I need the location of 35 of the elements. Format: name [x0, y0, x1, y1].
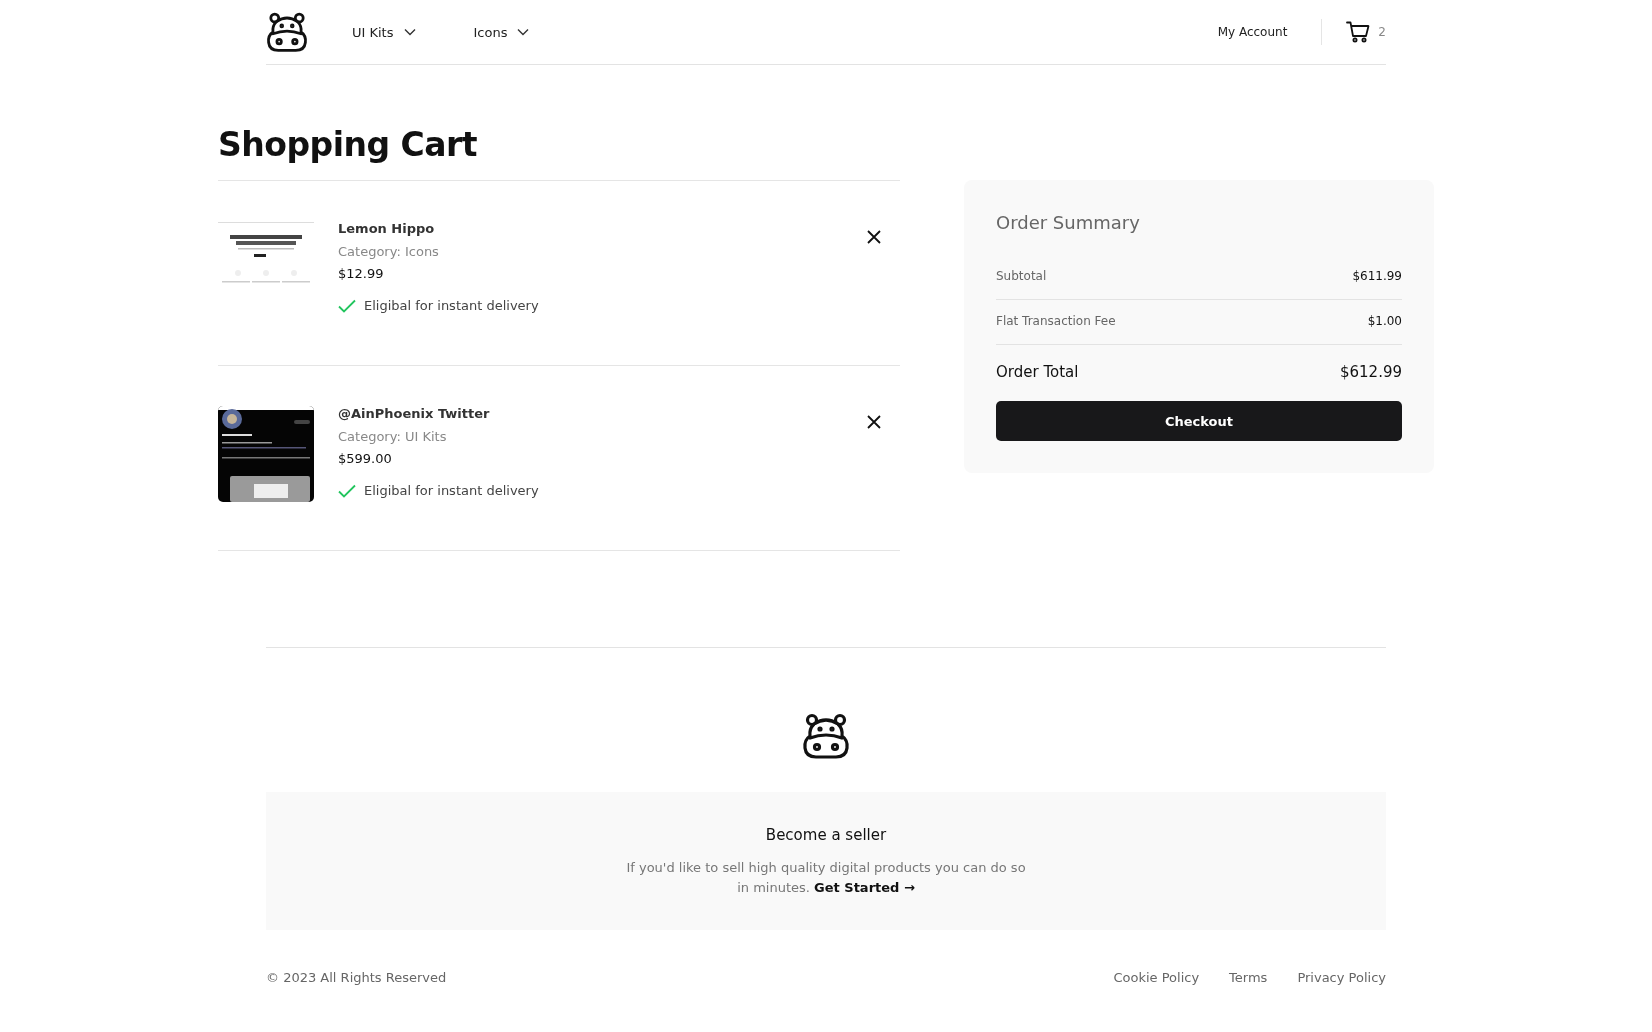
checkout-button[interactable]: Checkout [996, 401, 1402, 441]
copyright: © 2023 All Rights Reserved [266, 970, 447, 985]
nav-menu[interactable]: UI Kits [352, 24, 416, 40]
check-icon [338, 298, 356, 313]
page-title: Shopping Cart [218, 125, 479, 164]
product-category: Category: UI Kits [338, 429, 448, 444]
delivery-note: Eligibal for instant delivery [364, 483, 539, 498]
seller-title: Become a seller [765, 826, 887, 844]
cart-count: 2 [1378, 25, 1386, 39]
product-name: @AinPhoenix Twitter [338, 406, 491, 421]
product-price: $12.99 [338, 266, 385, 281]
product-name: Lemon Hippo [338, 221, 436, 236]
summary-value: $1.00 [1367, 314, 1402, 328]
summary-label: Flat Transaction Fee [996, 314, 1116, 328]
footer-link[interactable]: Privacy Policy [1297, 970, 1386, 985]
product-price: $599.00 [338, 451, 393, 466]
check-icon [338, 483, 356, 498]
cart-icon[interactable] [1346, 21, 1371, 43]
total-value: $612.99 [1339, 363, 1402, 381]
hippo-logo-icon [266, 11, 308, 53]
nav-menu[interactable]: Icons [473, 24, 530, 40]
chevron-down-icon [403, 28, 416, 36]
delivery-note: Eligibal for instant delivery [364, 298, 539, 313]
get-started-link[interactable]: Get Started → [814, 880, 915, 895]
footer-link[interactable]: Cookie Policy [1113, 970, 1200, 985]
account-link[interactable]: My Account [1217, 25, 1288, 39]
hippo-logo-icon [802, 712, 850, 760]
summary-value: $611.99 [1352, 269, 1402, 283]
total-label: Order Total [996, 363, 1079, 381]
chevron-down-icon [517, 28, 530, 36]
product-category: Category: Icons [338, 244, 440, 259]
seller-text: If you'd like to sell high quality digital products you can do so in minutes. Get Started → [626, 859, 1026, 897]
footer-link[interactable]: Terms [1229, 970, 1268, 985]
summary-label: Subtotal [996, 269, 1047, 283]
summary-title: Order Summary [996, 212, 1141, 233]
